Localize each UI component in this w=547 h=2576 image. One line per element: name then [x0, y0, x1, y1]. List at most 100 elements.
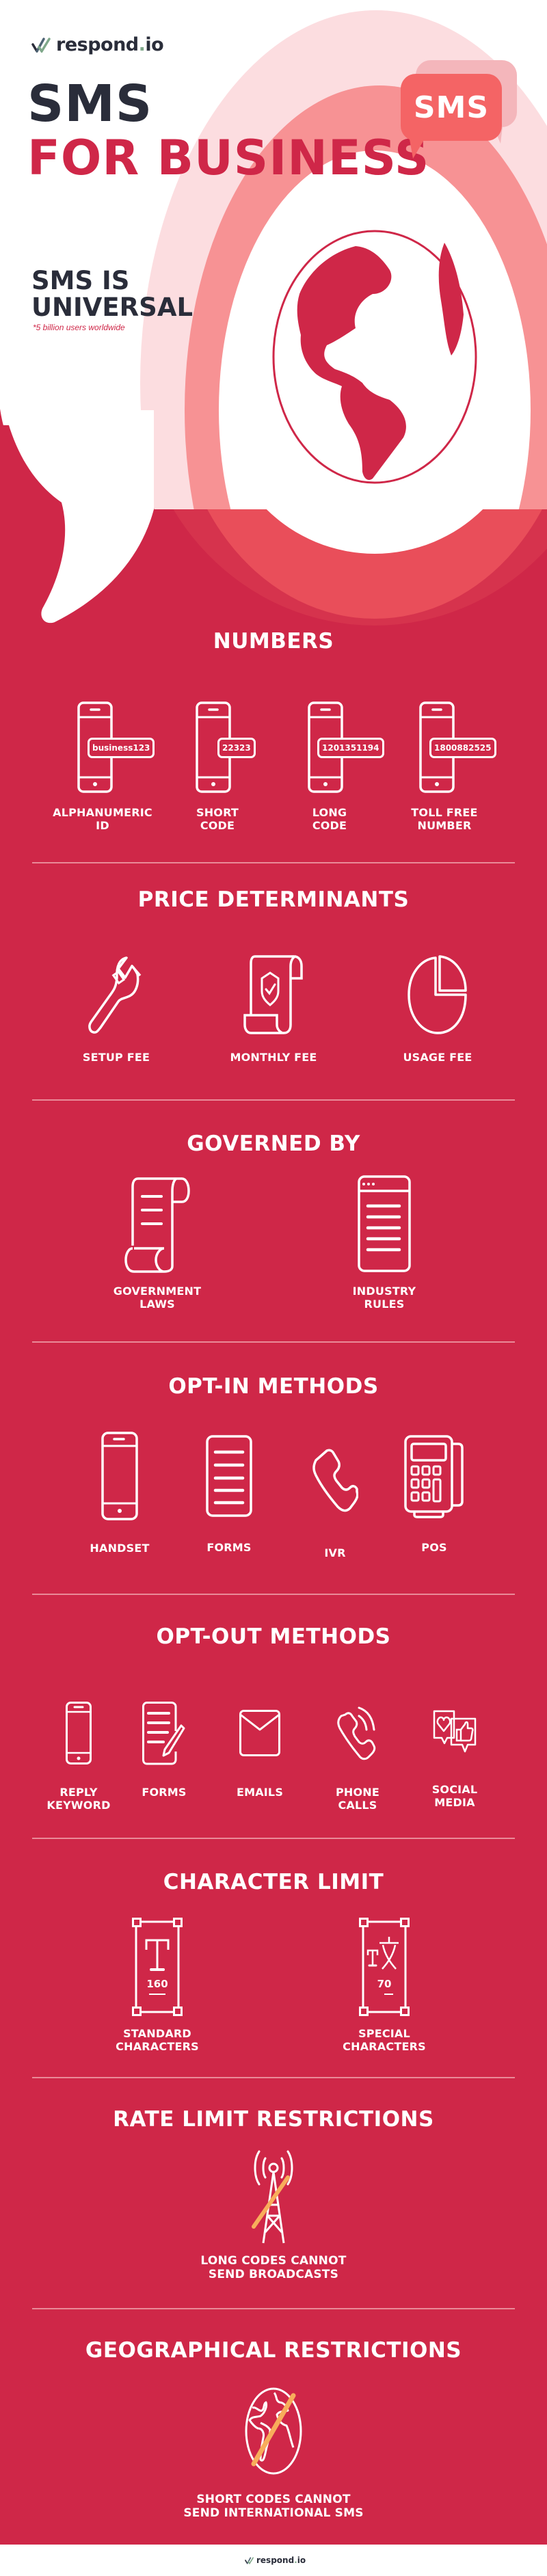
- divider: [32, 2077, 515, 2078]
- divider: [32, 2308, 515, 2309]
- optin-item-ivr: IVR: [291, 1448, 379, 1559]
- phone-ringing-icon: [337, 1706, 376, 1760]
- numbers-item-label: LONG CODE: [312, 806, 347, 833]
- social-media-icon: [433, 1710, 477, 1753]
- price-item-setup: SETUP FEE: [68, 954, 164, 1064]
- governed-item-label: GOVERNMENT LAWS: [113, 1285, 202, 1311]
- footer-logo-text: respond.io: [256, 2555, 306, 2565]
- charlimit-item-special: 70 SPECIAL CHARACTERS: [323, 1918, 446, 2053]
- optin-item-handset: HANDSET: [75, 1431, 164, 1555]
- numbers-item: 1201351194 LONG CODE: [268, 701, 391, 832]
- globe-icon: [272, 230, 477, 484]
- pos-terminal-icon: [404, 1435, 464, 1518]
- optout-item-label: SOCIAL MEDIA: [431, 1783, 478, 1810]
- numbers-item-label: SHORT CODE: [196, 806, 239, 833]
- brand-logo-text: respond.io: [56, 34, 164, 55]
- scroll-shield-icon: [243, 955, 303, 1034]
- optout-item-reply: REPLY KEYWORD: [38, 1701, 120, 1812]
- sms-speech-bubble: SMS: [401, 74, 502, 141]
- optin-item-label: FORMS: [206, 1541, 252, 1554]
- wrench-icon: [88, 956, 142, 1034]
- price-item-label: SETUP FEE: [82, 1051, 150, 1064]
- phone-number-icon: 1201351194: [268, 701, 391, 794]
- scroll-icon: [124, 1177, 190, 1273]
- section-title-numbers: NUMBERS: [213, 629, 334, 654]
- optout-item-social: SOCIAL MEDIA: [410, 1709, 499, 1809]
- ratelimit-caption: LONG CODES CANNOT SEND BROADCASTS: [200, 2254, 347, 2282]
- optout-item-label: REPLY KEYWORD: [46, 1786, 111, 1812]
- number-badge: business123: [88, 738, 155, 758]
- double-check-icon: [31, 37, 51, 53]
- page-title-line2: FOR BUSINESS: [27, 130, 430, 186]
- divider: [32, 1594, 515, 1595]
- divider: [32, 1341, 515, 1343]
- price-item-label: MONTHLY FEE: [230, 1051, 317, 1064]
- price-item-usage: USAGE FEE: [390, 954, 485, 1064]
- number-badge: 1201351194: [317, 738, 384, 758]
- divider: [32, 1099, 515, 1101]
- section-title-optin: OPT-IN METHODS: [168, 1374, 379, 1399]
- char-count-special: 70: [377, 1978, 392, 1990]
- number-value: 1800882525: [434, 743, 492, 753]
- numbers-item: business123 ALPHANUMERIC ID: [41, 701, 164, 832]
- form-pencil-icon: [142, 1702, 185, 1765]
- optout-item-phone-calls: PHONE CALLS: [317, 1701, 399, 1812]
- section-title-charlimit: CHARACTER LIMIT: [163, 1870, 384, 1894]
- optin-item-label: IVR: [324, 1546, 346, 1559]
- optin-item-label: POS: [421, 1541, 447, 1554]
- optin-item-forms: FORMS: [185, 1434, 274, 1554]
- char-count-standard: 160: [146, 1978, 168, 1990]
- text-frame-icon: 160: [132, 1918, 183, 2016]
- numbers-item: 1800882525 TOLL FREE NUMBER: [383, 701, 506, 832]
- footer-logo: respond.io: [245, 2555, 306, 2565]
- cell-tower-blocked-icon: [252, 2150, 293, 2244]
- number-badge: 1800882525: [429, 738, 496, 758]
- telephone-icon: [312, 1449, 358, 1512]
- double-check-icon: [245, 2556, 254, 2564]
- brand-logo: respond.io: [31, 34, 164, 55]
- optout-item-label: EMAILS: [236, 1786, 284, 1799]
- divider: [32, 862, 515, 863]
- governed-item-industry: INDUSTRY RULES: [316, 1175, 453, 1311]
- number-value: business123: [92, 743, 150, 753]
- speech-bubble-front-tail: [409, 135, 427, 159]
- numbers-item: 22323 SHORT CODE: [156, 701, 279, 832]
- browser-document-icon: [358, 1175, 411, 1272]
- phone-icon: [66, 1702, 92, 1765]
- governed-item-laws: GOVERNMENT LAWS: [96, 1175, 219, 1311]
- optin-item-label: HANDSET: [90, 1542, 150, 1555]
- section-title-optout: OPT-OUT METHODS: [156, 1624, 391, 1649]
- number-value: 22323: [222, 743, 251, 753]
- hero-heading: SMS IS UNIVERSAL: [31, 266, 194, 322]
- geo-item: SHORT CODES CANNOT SEND INTERNATIONAL SM…: [171, 2386, 376, 2521]
- optout-item-label: PHONE CALLS: [335, 1786, 380, 1812]
- number-badge: 22323: [217, 738, 256, 758]
- optout-item-forms: FORMS: [126, 1701, 202, 1799]
- phone-number-icon: 22323: [156, 701, 279, 794]
- numbers-item-label: TOLL FREE NUMBER: [411, 806, 478, 833]
- governed-item-label: INDUSTRY RULES: [352, 1285, 416, 1311]
- charlimit-item-standard: 160 STANDARD CHARACTERS: [96, 1918, 219, 2053]
- section-title-price: PRICE DETERMINANTS: [137, 887, 410, 912]
- charlimit-item-label: STANDARD CHARACTERS: [116, 2027, 199, 2054]
- translate-frame-icon: 70: [359, 1918, 410, 2016]
- price-item-monthly: MONTHLY FEE: [219, 954, 328, 1064]
- pie-chart-icon: [408, 955, 467, 1034]
- optout-item-emails: EMAILS: [219, 1709, 301, 1799]
- optin-item-pos: POS: [390, 1434, 479, 1554]
- hero-footnote: *5 billion users worldwide: [33, 323, 125, 332]
- section-title-ratelimit: RATE LIMIT RESTRICTIONS: [113, 2107, 434, 2132]
- phone-icon: [101, 1432, 138, 1520]
- section-title-geo: GEOGRAPHICAL RESTRICTIONS: [85, 2338, 462, 2363]
- numbers-item-label: ALPHANUMERIC ID: [53, 806, 152, 833]
- ratelimit-item: LONG CODES CANNOT SEND BROADCASTS: [171, 2149, 376, 2282]
- section-title-governed: GOVERNED BY: [187, 1131, 360, 1156]
- text-frame-graphic: [132, 1918, 183, 2016]
- phone-number-icon: business123: [41, 701, 164, 794]
- form-icon: [206, 1435, 252, 1517]
- page-title-line1: SMS: [27, 75, 153, 133]
- number-value: 1201351194: [322, 743, 379, 753]
- sms-bubble-label: SMS: [413, 90, 490, 125]
- globe-blocked-icon: [245, 2387, 302, 2475]
- optout-item-label: FORMS: [142, 1786, 187, 1799]
